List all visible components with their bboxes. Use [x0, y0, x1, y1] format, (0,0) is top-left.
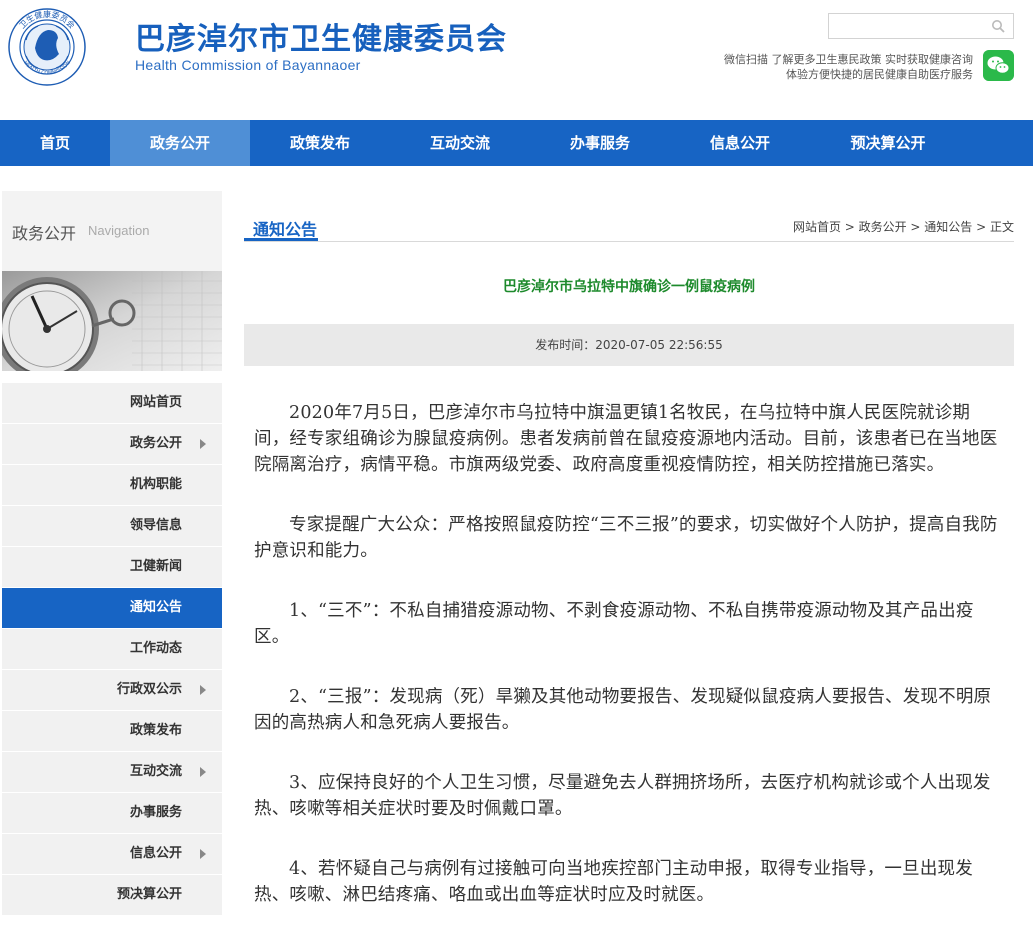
nav-item-policy-release[interactable]: 政策发布 — [250, 120, 390, 166]
nav-item-services[interactable]: 办事服务 — [530, 120, 670, 166]
sidebar-header: 政务公开 Navigation — [2, 191, 222, 271]
sidebar-item-label: 互动交流 — [129, 764, 182, 779]
sidebar-title: 政务公开 — [12, 224, 77, 243]
article-body: 2020年7月5日，巴彦淖尔市乌拉特中旗温更镇1名牧民，在乌拉特中旗人民医院就诊… — [254, 400, 1002, 942]
sidebar-item-label: 信息公开 — [129, 846, 182, 861]
sidebar-item-services[interactable]: 办事服务 — [2, 793, 222, 833]
wechat-promo-line1: 微信扫描 了解更多卫生惠民政策 实时获取健康咨询 — [724, 53, 973, 66]
article-paragraph: 1、“三不”：不私自捕猎疫源动物、不剥食疫源动物、不私自携带疫源动物及其产品出疫… — [254, 601, 974, 647]
sidebar-item-notices[interactable]: 通知公告 — [2, 588, 222, 628]
article-paragraph: 2020年7月5日，巴彦淖尔市乌拉特中旗温更镇1名牧民，在乌拉特中旗人民医院就诊… — [254, 403, 998, 475]
nav-item-home[interactable]: 首页 — [0, 120, 110, 166]
sidebar-item-double-publicity[interactable]: 行政双公示 — [2, 670, 222, 710]
sidebar-item-label: 政务公开 — [129, 436, 182, 451]
sidebar-item-label: 政策发布 — [129, 723, 182, 738]
nav-item-budget[interactable]: 预决算公开 — [810, 120, 966, 166]
chevron-right-icon — [200, 849, 206, 859]
article-paragraph: 2、“三报”：发现病（死）旱獭及其他动物要报告、发现疑似鼠疫病人要报告、发现不明… — [254, 687, 992, 733]
sidebar-item-leadership[interactable]: 领导信息 — [2, 506, 222, 546]
sidebar-item-policy-release[interactable]: 政策发布 — [2, 711, 222, 751]
sidebar-item-interaction[interactable]: 互动交流 — [2, 752, 222, 792]
wechat-promo-line2: 体验方便快捷的居民健康自助医疗服务 — [786, 68, 973, 81]
sidebar-item-site-home[interactable]: 网站首页 — [2, 383, 222, 423]
sidebar-item-label: 领导信息 — [129, 518, 182, 533]
sidebar-item-label: 预决算公开 — [116, 887, 182, 902]
sidebar-item-label: 通知公告 — [129, 600, 182, 615]
sidebar-banner-image — [2, 271, 222, 371]
article-paragraph: 专家提醒广大公众：严格按照鼠疫防控“三不三报”的要求，切实做好个人防护，提高自我… — [254, 515, 998, 561]
site-title[interactable]: 巴彦淖尔市卫生健康委员会 — [135, 14, 507, 58]
chevron-right-icon — [200, 767, 206, 777]
main-nav: 首页 政务公开 政策发布 互动交流 办事服务 信息公开 预决算公开 — [0, 120, 1033, 166]
article-paragraph: 3、应保持良好的个人卫生习惯，尽量避免去人群拥挤场所，去医疗机构就诊或个人出现发… — [254, 773, 991, 819]
sidebar-menu: 网站首页 政务公开 机构职能 领导信息 卫健新闻 通知公告 工作动态 行政双公示… — [2, 383, 222, 915]
sidebar-item-label: 行政双公示 — [116, 682, 182, 697]
article-title: 巴彦淖尔市乌拉特中旗确诊一例鼠疫病例 — [503, 279, 755, 295]
article-paragraph: 4、若怀疑自己与病例有过接触可向当地疾控部门主动申报，取得专业指导，一旦出现发热… — [254, 859, 973, 905]
sidebar-item-health-news[interactable]: 卫健新闻 — [2, 547, 222, 587]
section-header: 通知公告 网站首页 > 政务公开 > 通知公告 > 正文 — [244, 191, 1014, 242]
sidebar-subtitle: Navigation — [88, 223, 150, 238]
sidebar-item-label: 网站首页 — [129, 395, 182, 410]
breadcrumb[interactable]: 网站首页 > 政务公开 > 通知公告 > 正文 — [793, 218, 1014, 235]
wechat-promo: 微信扫描 了解更多卫生惠民政策 实时获取健康咨询 体验方便快捷的居民健康自助医疗… — [724, 52, 973, 82]
chevron-right-icon — [200, 685, 206, 695]
nav-item-interaction[interactable]: 互动交流 — [390, 120, 530, 166]
section-title-underline — [244, 238, 318, 241]
search-icon[interactable] — [991, 19, 1005, 33]
search-input[interactable] — [833, 15, 987, 39]
wechat-icon[interactable] — [983, 50, 1014, 81]
search-box — [828, 13, 1014, 39]
sidebar-item-label: 机构职能 — [129, 477, 182, 492]
health-commission-emblem-icon[interactable]: 卫生健康委员会 HEALTH COMMISSION — [8, 0, 86, 96]
site-header: 卫生健康委员会 HEALTH COMMISSION 巴彦淖尔市卫生健康委员会 H… — [0, 0, 1033, 120]
sidebar-item-label: 工作动态 — [129, 641, 182, 656]
publish-time: 发布时间：2020-07-05 22:56:55 — [244, 324, 1014, 366]
sidebar-item-government-affairs[interactable]: 政务公开 — [2, 424, 222, 464]
section-title: 通知公告 — [253, 220, 318, 239]
compass-watch-icon — [2, 271, 222, 371]
sidebar: 政务公开 Navigation 网站首页 政务公开 机构职能 领导信息 卫健新闻… — [2, 191, 222, 916]
sidebar-item-budget[interactable]: 预决算公开 — [2, 875, 222, 915]
sidebar-item-label: 办事服务 — [129, 805, 182, 820]
chevron-right-icon — [200, 439, 206, 449]
main-content: 通知公告 网站首页 > 政务公开 > 通知公告 > 正文 巴彦淖尔市乌拉特中旗确… — [244, 191, 1014, 905]
sidebar-item-work-updates[interactable]: 工作动态 — [2, 629, 222, 669]
nav-item-government-affairs[interactable]: 政务公开 — [110, 120, 250, 166]
nav-item-information[interactable]: 信息公开 — [670, 120, 810, 166]
site-title-en: Health Commission of Bayannaoer — [135, 57, 361, 73]
sidebar-item-information[interactable]: 信息公开 — [2, 834, 222, 874]
sidebar-item-functions[interactable]: 机构职能 — [2, 465, 222, 505]
sidebar-item-label: 卫健新闻 — [129, 559, 182, 574]
